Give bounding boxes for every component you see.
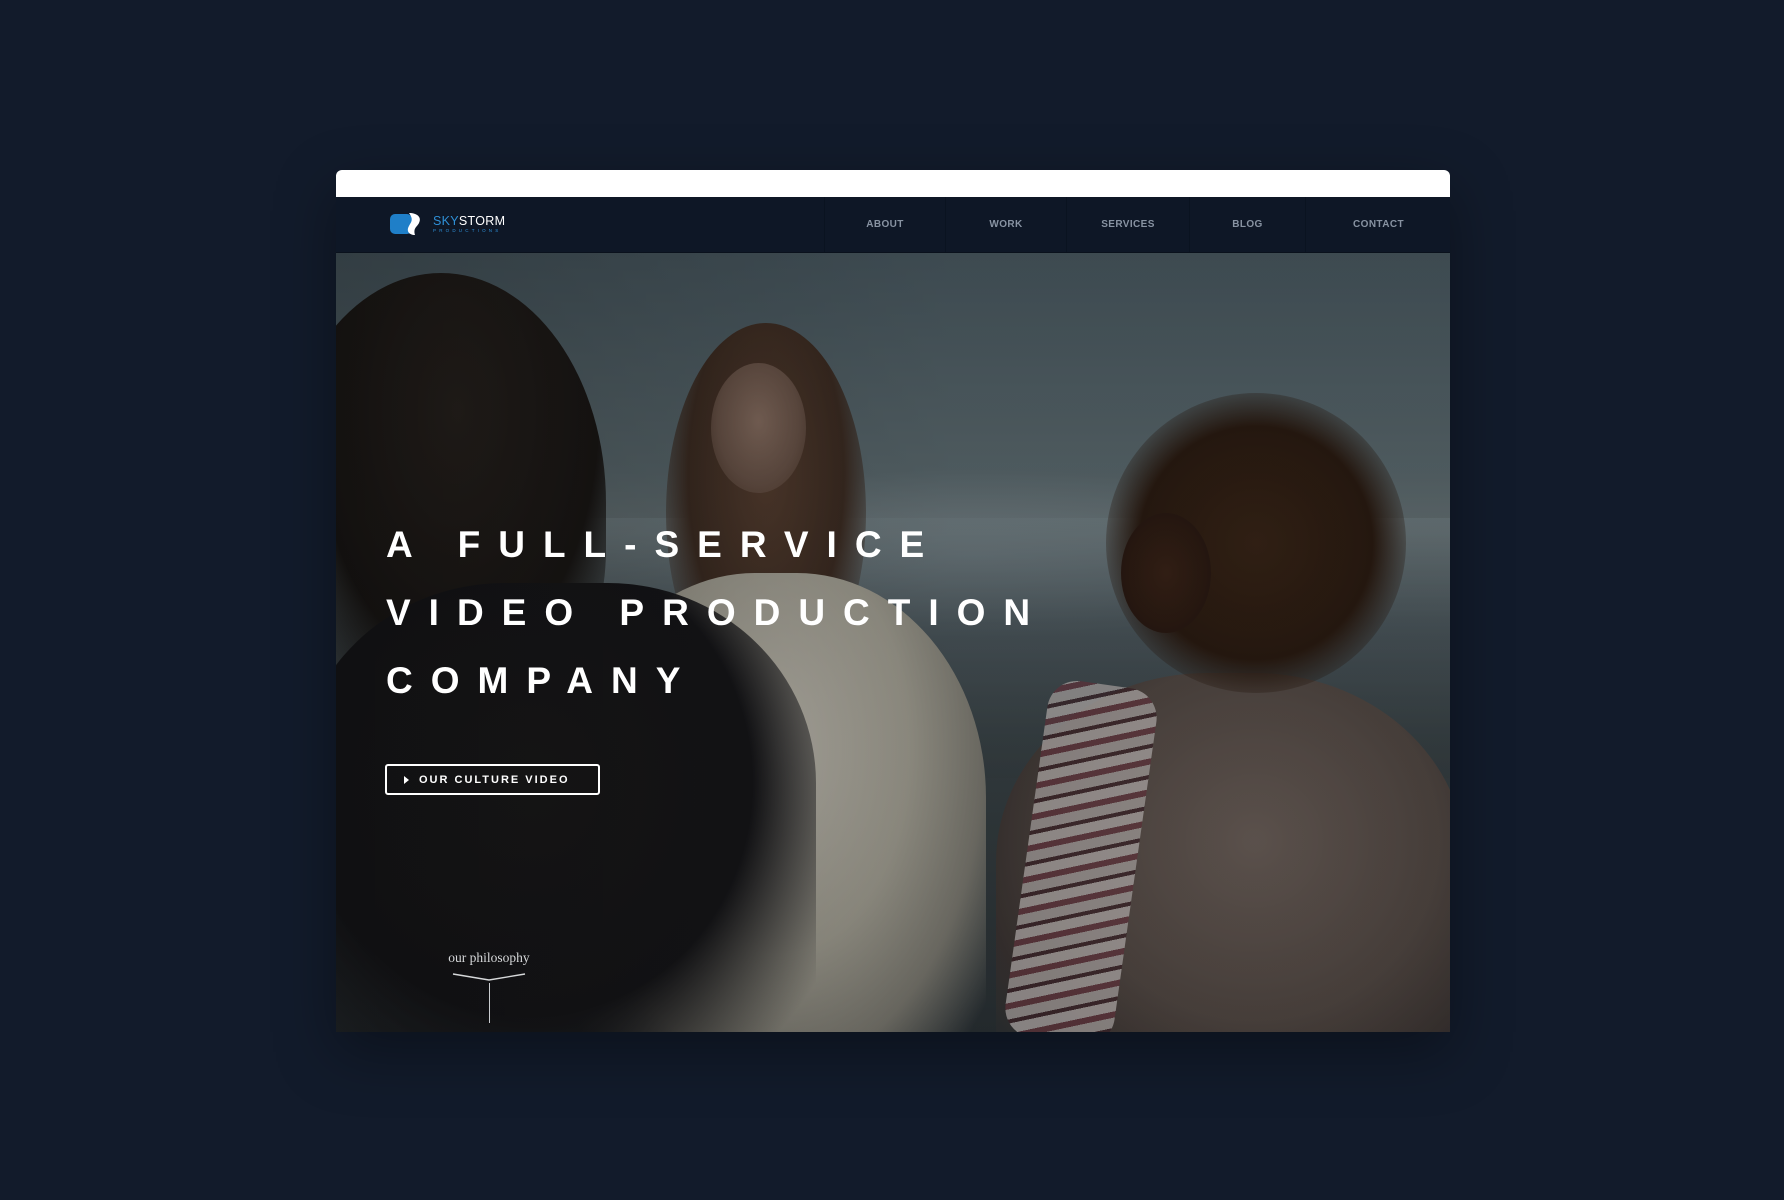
brand-tagline: PRODUCTIONS [433, 228, 502, 233]
nav-item-blog[interactable]: BLOG [1189, 197, 1305, 252]
skystorm-logo-icon [390, 213, 420, 235]
play-icon [404, 775, 409, 784]
culture-video-button-label: OUR CULTURE VIDEO [419, 773, 570, 786]
nav-item-contact[interactable]: CONTACT [1305, 197, 1450, 252]
browser-window: SKYSTORM PRODUCTIONS ABOUT WORK SERVICES… [336, 170, 1450, 1032]
hero-headline-line-3: COMPANY [386, 660, 699, 701]
nav-item-about[interactable]: ABOUT [824, 197, 945, 252]
hero-headline-line-1: A FULL-SERVICE [386, 524, 943, 565]
chevron-down-icon [452, 973, 526, 981]
brand-name: SKYSTORM [433, 213, 506, 228]
scroll-indicator-line [488, 983, 490, 1023]
hero-section: A FULL-SERVICE VIDEO PRODUCTION COMPANY … [336, 253, 1450, 1032]
culture-video-button[interactable]: OUR CULTURE VIDEO [385, 764, 600, 795]
main-nav: ABOUT WORK SERVICES BLOG CONTACT [824, 197, 1450, 252]
nav-item-services[interactable]: SERVICES [1066, 197, 1189, 252]
hero-headline: A FULL-SERVICE VIDEO PRODUCTION COMPANY [386, 511, 1048, 715]
browser-top-bar [336, 170, 1450, 197]
our-philosophy-label: our philosophy [448, 950, 530, 965]
brand-name-storm: STORM [458, 213, 506, 228]
our-philosophy-link[interactable]: our philosophy [444, 949, 534, 1023]
brand-logo[interactable]: SKYSTORM PRODUCTIONS [389, 211, 505, 237]
brand-wordmark: SKYSTORM PRODUCTIONS [433, 213, 506, 234]
site-header: SKYSTORM PRODUCTIONS ABOUT WORK SERVICES… [336, 197, 1450, 253]
brand-name-sky: SKY [433, 213, 459, 228]
nav-item-work[interactable]: WORK [945, 197, 1066, 252]
hero-headline-line-2: VIDEO PRODUCTION [386, 592, 1049, 633]
